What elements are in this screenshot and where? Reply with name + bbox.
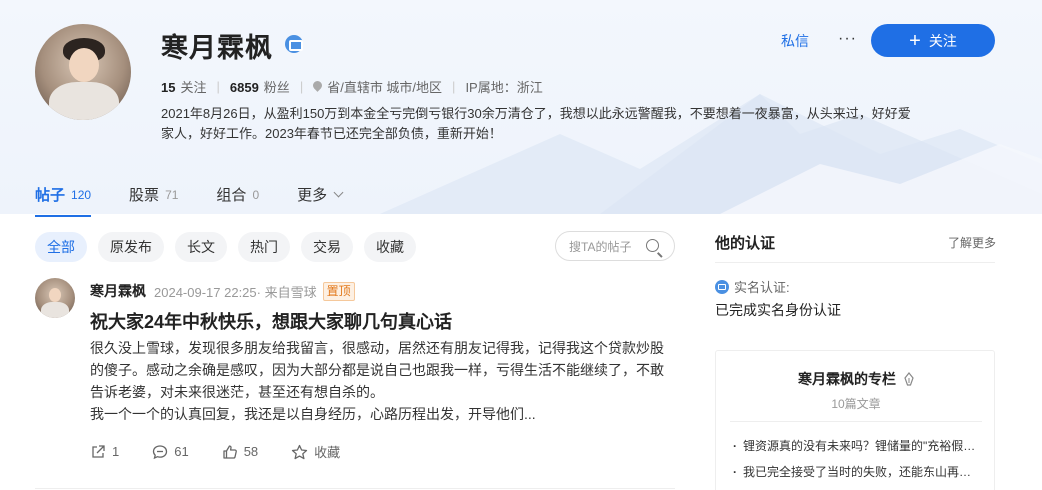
- followers-stat[interactable]: 6859 粉丝: [230, 77, 290, 96]
- tab-posts[interactable]: 帖子 120: [35, 184, 92, 217]
- plus-icon: +: [909, 29, 921, 52]
- real-name-cert-label: 实名认证:: [715, 277, 790, 296]
- comment-icon: [153, 444, 168, 459]
- column-article-item[interactable]: 锂资源真的没有未来吗？锂储量的"充裕假…: [733, 437, 983, 454]
- profile-stats: 15 关注 | 6859 粉丝 | 省/直辖市 城市/地区 | IP属地：浙江: [161, 77, 543, 96]
- share-icon: [92, 444, 105, 458]
- column-article-item[interactable]: 我已完全接受了当时的失败，还能东山再…: [733, 463, 983, 480]
- post-title[interactable]: 祝大家24年中秋快乐，想跟大家聊几句真心话: [90, 308, 452, 334]
- column-card: 寒月霖枫的专栏 10篇文章 锂资源真的没有未来吗？锂储量的"充裕假… 我已完全接…: [715, 350, 995, 490]
- post-meta: 寒月霖枫 2024-09-17 22:25· 来自雪球 置顶: [90, 281, 355, 301]
- filter-hot[interactable]: 热门: [238, 232, 290, 262]
- column-article-count: 10篇文章: [831, 397, 881, 411]
- more-options-button[interactable]: ···: [838, 30, 857, 48]
- follow-button[interactable]: + 关注: [871, 24, 995, 57]
- post-search-input[interactable]: 搜TA的帖子: [555, 231, 675, 261]
- thumbs-up-icon: [223, 444, 237, 459]
- tab-stocks[interactable]: 股票 71: [129, 184, 178, 217]
- id-card-icon: [715, 279, 729, 294]
- post-time: 2024-09-17 22:25· 来自雪球: [154, 284, 317, 300]
- tab-portfolios[interactable]: 组合 0: [216, 184, 259, 217]
- filter-all[interactable]: 全部: [35, 232, 87, 262]
- comment-button[interactable]: 61: [152, 444, 189, 460]
- profile-bio: 2021年8月26日，从盈利150万到本金全亏完倒亏银行30余万清仓了，我想以此…: [161, 106, 911, 141]
- ip-location: IP属地：浙江: [465, 80, 543, 95]
- location-pin-icon: [313, 81, 322, 93]
- post-actions: 1 61 58 收藏: [90, 442, 373, 461]
- location-text: 省/直辖市 城市/地区: [327, 80, 443, 95]
- profile-tabs: 帖子 120 股票 71 组合 0 更多: [35, 184, 380, 217]
- certification-learn-more-link[interactable]: 了解更多: [948, 234, 996, 251]
- like-button[interactable]: 58: [222, 444, 258, 460]
- filter-favorites[interactable]: 收藏: [364, 232, 416, 262]
- verified-badge-icon: [285, 35, 303, 53]
- certification-title: 他的认证: [715, 235, 776, 252]
- pen-nib-icon: [904, 372, 914, 386]
- sidebar-divider: [715, 262, 995, 263]
- real-name-cert-value: 已完成实名身份认证: [715, 302, 841, 318]
- post-divider: [35, 488, 675, 489]
- post-author[interactable]: 寒月霖枫: [90, 281, 146, 301]
- post-filters: 全部 原发布 长文 热门 交易 收藏: [35, 232, 427, 262]
- post-body[interactable]: 很久没上雪球，发现很多朋友给我留言，很感动，居然还有朋友记得我，记得我这个贷款炒…: [90, 337, 670, 425]
- favorite-button[interactable]: 收藏: [291, 442, 340, 461]
- profile-avatar[interactable]: [35, 24, 131, 120]
- post-author-avatar[interactable]: [35, 278, 75, 318]
- filter-trade[interactable]: 交易: [301, 232, 353, 262]
- chevron-down-icon: [333, 187, 344, 198]
- message-button[interactable]: 私信: [781, 31, 809, 51]
- filter-long[interactable]: 长文: [175, 232, 227, 262]
- star-icon: [292, 444, 308, 459]
- following-stat[interactable]: 15 关注: [161, 77, 206, 96]
- share-button[interactable]: 1: [90, 444, 119, 460]
- search-icon[interactable]: [646, 239, 659, 252]
- pinned-badge: 置顶: [322, 281, 355, 301]
- filter-original[interactable]: 原发布: [98, 232, 164, 262]
- column-title[interactable]: 寒月霖枫的专栏: [716, 369, 996, 389]
- tab-more[interactable]: 更多: [297, 184, 344, 217]
- profile-name: 寒月霖枫: [161, 33, 273, 63]
- column-divider: [730, 421, 982, 422]
